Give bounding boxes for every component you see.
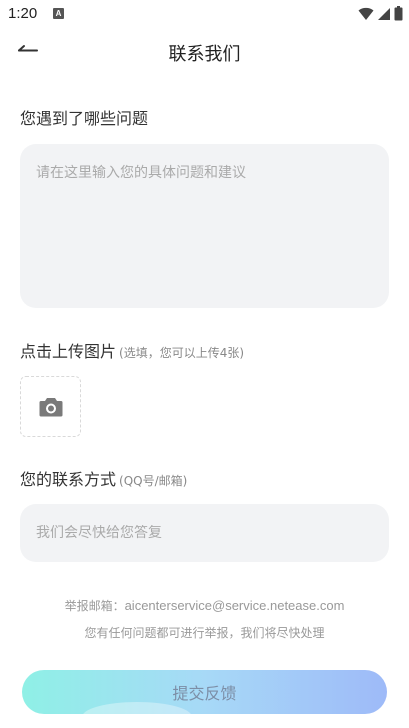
status-time: 1:20 [8, 5, 38, 22]
report-email[interactable]: aicenterservice@service.netease.com [125, 598, 345, 613]
problem-label: 您遇到了哪些问题 [20, 105, 148, 129]
wifi-icon [358, 7, 374, 20]
header: 联系我们 [0, 28, 409, 74]
status-icons [358, 6, 403, 21]
report-note: 您有任何问题都可进行举报，我们将尽快处理 [84, 626, 325, 640]
submit-button[interactable]: 提交反馈 [22, 670, 387, 714]
contact-input[interactable] [36, 525, 373, 541]
problem-textarea-container [20, 144, 389, 308]
contact-hint: (QQ号/邮箱) [119, 474, 188, 488]
camera-icon [39, 397, 62, 416]
contact-input-container [20, 504, 389, 562]
problem-textarea[interactable] [36, 162, 373, 290]
problem-label-text: 您遇到了哪些问题 [20, 109, 149, 128]
battery-icon [394, 6, 403, 21]
signal-icon [378, 7, 390, 20]
page-title: 联系我们 [168, 44, 241, 65]
contact-label: 您的联系方式 (QQ号/邮箱) [20, 466, 187, 490]
report-email-prefix: 举报邮箱： [64, 599, 125, 613]
upload-hint: (选填，您可以上传4张) [119, 346, 245, 360]
report-email-line: 举报邮箱：aicenterservice@service.netease.com [0, 597, 409, 614]
upload-label-text: 点击上传图片 [20, 342, 117, 361]
contact-label-text: 您的联系方式 [20, 470, 117, 489]
notification-icon: A [53, 8, 64, 19]
upload-image-button[interactable] [20, 376, 81, 437]
submit-label: 提交反馈 [172, 684, 237, 703]
upload-label: 点击上传图片 (选填，您可以上传4张) [20, 338, 244, 362]
status-bar: 1:20 A [0, 0, 409, 28]
